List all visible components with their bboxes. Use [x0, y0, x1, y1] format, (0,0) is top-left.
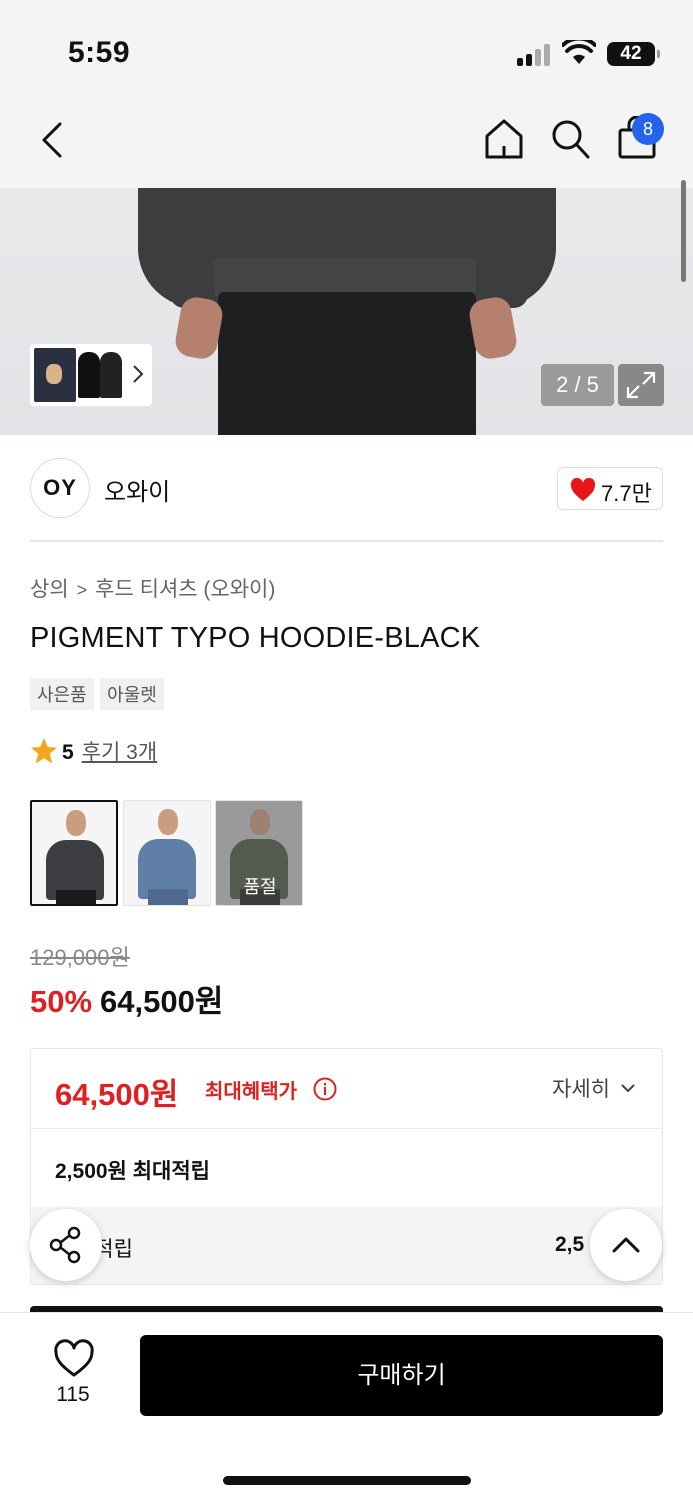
rating-score: 5	[62, 741, 74, 764]
heart-filled-icon	[570, 478, 596, 501]
benefit-box: 64,500원 최대혜택가 자세히 2,500원 최대적립 | 적립 2,5	[30, 1048, 663, 1285]
product-title: PIGMENT TYPO HOODIE-BLACK	[30, 622, 481, 654]
variant-model-head	[250, 809, 270, 835]
scrollbar[interactable]	[681, 180, 686, 282]
divider	[30, 540, 663, 542]
search-icon[interactable]	[550, 118, 590, 160]
image-counter: 2 / 5	[541, 364, 614, 406]
thumbnail-image	[34, 348, 76, 402]
star-icon	[31, 738, 57, 764]
cart-count-badge: 8	[632, 113, 664, 145]
max-points: 2,500원 최대적립	[55, 1160, 210, 1183]
expand-icon[interactable]	[618, 364, 664, 406]
product-tags: 사은품 아울렛	[30, 678, 166, 710]
thumbnail-strip-button[interactable]	[30, 344, 152, 406]
breadcrumb: 상의 > 후드 티셔츠 (오와이)	[30, 573, 275, 603]
wish-count: 115	[56, 1383, 90, 1406]
top-nav	[0, 90, 693, 188]
variant-blue[interactable]	[123, 800, 211, 906]
buy-button[interactable]: 구매하기	[140, 1335, 663, 1416]
share-button[interactable]	[30, 1209, 102, 1281]
breadcrumb-category[interactable]: 상의	[30, 578, 69, 601]
detail-label: 자세히	[552, 1078, 610, 1101]
status-time: 5:59	[68, 36, 131, 69]
bottom-action-bar: 115 구매하기	[0, 1312, 693, 1500]
sold-out-label: 품절	[243, 877, 277, 897]
max-benefit-row[interactable]: 64,500원 최대혜택가 자세히	[31, 1049, 662, 1129]
brand-name[interactable]: 오와이	[104, 472, 170, 507]
sale-price: 64,500원	[100, 984, 224, 1019]
variant-black[interactable]	[30, 800, 118, 906]
reviews-link[interactable]: 후기 3개	[82, 741, 157, 764]
chevron-right-icon	[133, 365, 144, 383]
rating-row: 5 후기 3개	[30, 736, 157, 766]
breadcrumb-subcategory[interactable]: 후드 티셔츠 (오와이)	[95, 578, 275, 601]
thumbnail-image	[100, 352, 122, 398]
variant-pants	[56, 890, 96, 904]
variant-pants	[148, 889, 188, 905]
status-bar: 5:59 42	[0, 0, 693, 90]
sale-price-row: 50% 64,500원	[30, 976, 223, 1021]
brand-like-button[interactable]: 7.7만	[557, 467, 663, 510]
accrual-row: | 적립 2,5	[31, 1207, 662, 1284]
brand-row: OY 오와이 7.7만	[30, 458, 663, 518]
product-image[interactable]: 2 / 5	[0, 188, 693, 435]
detail-toggle[interactable]: 자세히	[552, 1073, 636, 1103]
tag-gift: 사은품	[30, 678, 94, 710]
breadcrumb-separator: >	[76, 580, 88, 600]
thumbnail-image	[78, 352, 100, 398]
max-points-row: 2,500원 최대적립	[31, 1129, 662, 1207]
max-benefit-label: 최대혜택가	[205, 1081, 297, 1103]
max-benefit-price: 64,500원	[55, 1077, 179, 1112]
accrual-value: 2,5	[555, 1233, 585, 1256]
pants-shape	[218, 292, 476, 435]
heart-outline-icon[interactable]	[52, 1339, 96, 1379]
scroll-top-button[interactable]	[590, 1209, 662, 1281]
home-icon[interactable]	[484, 118, 524, 160]
variant-model-head	[66, 810, 86, 836]
brand-like-count: 7.7만	[601, 481, 652, 506]
tag-outlet: 아울렛	[100, 678, 164, 710]
wifi-icon	[562, 40, 596, 64]
battery-icon: 42	[607, 42, 660, 66]
info-icon[interactable]	[313, 1077, 337, 1101]
discount-rate: 50%	[30, 984, 93, 1019]
brand-logo[interactable]: OY	[30, 458, 90, 518]
back-icon[interactable]	[36, 120, 70, 160]
variant-khaki[interactable]: 품절	[215, 800, 303, 906]
cellular-signal-icon	[517, 44, 553, 66]
chevron-down-icon	[621, 1084, 635, 1093]
variant-model-head	[158, 809, 178, 835]
original-price: 129,000원	[30, 945, 130, 970]
home-indicator[interactable]	[223, 1476, 471, 1485]
